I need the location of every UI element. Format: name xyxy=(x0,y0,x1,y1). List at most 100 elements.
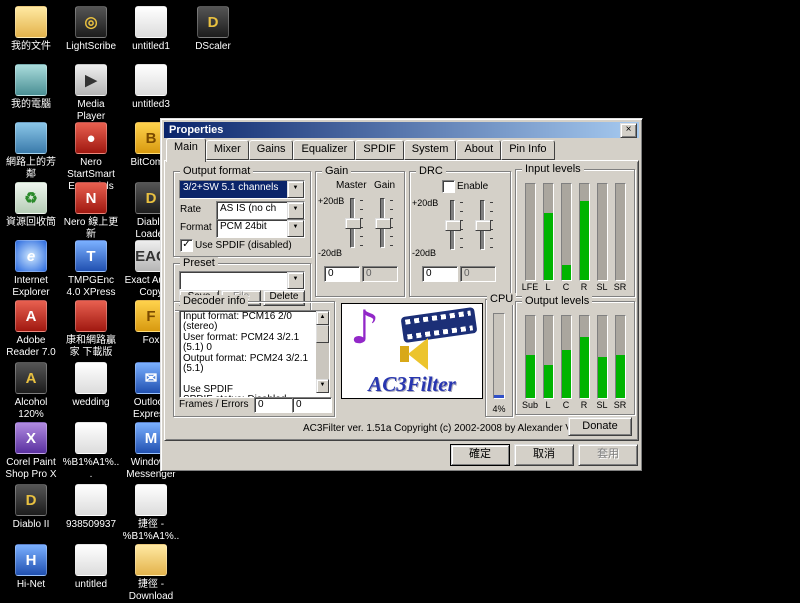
level-meter xyxy=(543,183,554,281)
desktop-icon-label: untitled3 xyxy=(122,99,180,111)
desktop-icon[interactable]: 我的電腦 xyxy=(2,64,60,111)
desktop-icon[interactable]: ◎LightScribe xyxy=(62,6,120,53)
tab-equalizer[interactable]: Equalizer xyxy=(293,140,355,160)
drc-enable-checkbox[interactable] xyxy=(442,180,455,193)
ie-icon: e xyxy=(15,240,47,272)
version-text: AC3Filter ver. 1.51a Copyright (c) 2002-… xyxy=(303,423,605,434)
chevron-down-icon[interactable]: ▼ xyxy=(287,272,304,289)
frames-errors-label: Frames / Errors xyxy=(179,399,248,410)
title-bar[interactable]: Properties × xyxy=(164,122,639,138)
gain-slider[interactable] xyxy=(374,196,394,250)
tab-system[interactable]: System xyxy=(404,140,457,160)
tab-main[interactable]: Main xyxy=(166,138,206,162)
desktop-icon[interactable]: untitled3 xyxy=(122,64,180,111)
desktop-icon[interactable]: wedding xyxy=(62,362,120,409)
meter-label: L xyxy=(545,282,550,293)
desktop-icon-label: Diablo II xyxy=(2,519,60,531)
desktop-icon[interactable]: TTMPGEnc 4.0 XPress xyxy=(62,240,120,299)
desktop-icon[interactable]: %B1%A1%... xyxy=(62,422,120,481)
desktop-icon[interactable]: 康和網路贏家 下載版 xyxy=(62,300,120,359)
desktop-icon-label: untitled1 xyxy=(122,41,180,53)
drc-level-value: 0 xyxy=(460,266,496,282)
meter-label: LFE xyxy=(522,282,539,293)
chevron-down-icon[interactable]: ▼ xyxy=(287,202,304,219)
desktop-icon-label: 我的電腦 xyxy=(2,99,60,111)
desktop-icon[interactable]: AAlcohol 120% xyxy=(2,362,60,421)
tab-gains[interactable]: Gains xyxy=(249,140,294,160)
group-title: Input levels xyxy=(522,163,584,175)
level-meter xyxy=(543,315,554,399)
drc-power-value[interactable]: 0 xyxy=(422,266,458,282)
doc-icon xyxy=(75,362,107,394)
preset-select[interactable]: ▼ xyxy=(179,271,305,290)
desktop-icon[interactable]: 938509937 xyxy=(62,484,120,531)
cpu-meter xyxy=(493,313,505,399)
tab-mixer[interactable]: Mixer xyxy=(206,140,249,160)
desktop-icon[interactable]: 網路上的芳鄰 xyxy=(2,122,60,181)
desktop-icon[interactable]: 捷徑 - Download xyxy=(122,544,180,603)
desktop-icon[interactable]: untitled xyxy=(62,544,120,591)
rate-value: AS IS (no ch xyxy=(217,202,287,219)
master-gain-value[interactable]: 0 xyxy=(324,266,360,282)
rate-label: Rate xyxy=(180,204,201,215)
chevron-down-icon[interactable]: ▼ xyxy=(287,181,304,198)
window-title: Properties xyxy=(169,124,620,136)
ok-button[interactable]: 確定 xyxy=(450,444,510,466)
meter-label: R xyxy=(581,400,588,411)
cancel-button[interactable]: 取消 xyxy=(514,444,574,466)
close-button[interactable]: × xyxy=(620,123,637,138)
desktop-icon[interactable]: DDScaler xyxy=(184,6,242,53)
desktop-icon-label: 資源回收筒 xyxy=(2,217,60,229)
desktop-icon-label: %B1%A1%... xyxy=(62,457,120,481)
red-icon xyxy=(75,300,107,332)
desktop-icon[interactable]: ♻資源回收筒 xyxy=(2,182,60,229)
desktop-icon[interactable]: NNero 線上更新 xyxy=(62,182,120,241)
input-levels-group: Input levels LFELCRSLSR xyxy=(515,169,635,297)
format-label: Format xyxy=(180,222,212,233)
rate-select[interactable]: AS IS (no ch ▼ xyxy=(216,201,305,220)
tab-spdif[interactable]: SPDIF xyxy=(355,140,403,160)
use-spdif-checkbox[interactable]: ✓ xyxy=(180,239,193,252)
desktop-icon[interactable]: untitled1 xyxy=(122,6,180,53)
music-note-icon: ♪ xyxy=(350,303,379,354)
scroll-down-icon[interactable]: ▼ xyxy=(316,379,329,393)
master-gain-slider[interactable] xyxy=(344,196,364,250)
scroll-up-icon[interactable]: ▲ xyxy=(316,311,329,325)
desktop-icon[interactable]: A Adobe Reader 7.0 xyxy=(2,300,60,359)
format-select[interactable]: PCM 24bit ▼ xyxy=(216,219,305,238)
decoder-text[interactable]: Input format: PCM16 2/0 (stereo)User for… xyxy=(179,310,330,398)
meter-label: SR xyxy=(614,282,627,293)
desktop-icon-label: 網路上的芳鄰 xyxy=(2,157,60,181)
drc-level-slider[interactable] xyxy=(474,198,494,252)
desktop-icon[interactable]: 我的文件 xyxy=(2,6,60,53)
scrollbar-track[interactable] xyxy=(316,325,329,379)
preset-value xyxy=(180,272,287,289)
speaker-cone-icon xyxy=(408,338,428,370)
decoder-scrollbar[interactable]: ▲ ▼ xyxy=(316,311,329,393)
frames-value: 0 xyxy=(254,397,294,413)
desktop-icon[interactable]: eInternet Explorer xyxy=(2,240,60,299)
tab-about[interactable]: About xyxy=(456,140,501,160)
desktop-icon[interactable]: HHi-Net xyxy=(2,544,60,591)
meter-label: SL xyxy=(596,400,607,411)
desktop-icon-label: Adobe Reader 7.0 xyxy=(2,335,60,359)
channels-select[interactable]: 3/2+SW 5.1 channels ▼ xyxy=(179,180,305,199)
use-spdif-label: Use SPDIF (disabled) xyxy=(195,240,292,251)
drc-bottom-label: -20dB xyxy=(412,248,436,258)
doc-icon xyxy=(135,6,167,38)
tab-pin-info[interactable]: Pin Info xyxy=(501,140,554,160)
tab-bar: MainMixerGainsEqualizerSPDIFSystemAboutP… xyxy=(164,141,639,160)
red-icon: A xyxy=(15,300,47,332)
net-icon xyxy=(15,122,47,154)
master-column-label: Master xyxy=(336,180,367,191)
dark-icon: D xyxy=(15,484,47,516)
drc-power-slider[interactable] xyxy=(444,198,464,252)
fold-icon xyxy=(135,544,167,576)
scrollbar-thumb[interactable] xyxy=(316,325,329,343)
fold-icon xyxy=(15,6,47,38)
desktop-icon[interactable]: D Diablo II xyxy=(2,484,60,531)
chevron-down-icon[interactable]: ▼ xyxy=(287,220,304,237)
desktop-icon[interactable]: XCorel Paint Shop Pro X xyxy=(2,422,60,481)
output-format-group: Output format 3/2+SW 5.1 channels ▼ Rate… xyxy=(173,171,311,257)
donate-button[interactable]: Donate xyxy=(568,417,632,436)
